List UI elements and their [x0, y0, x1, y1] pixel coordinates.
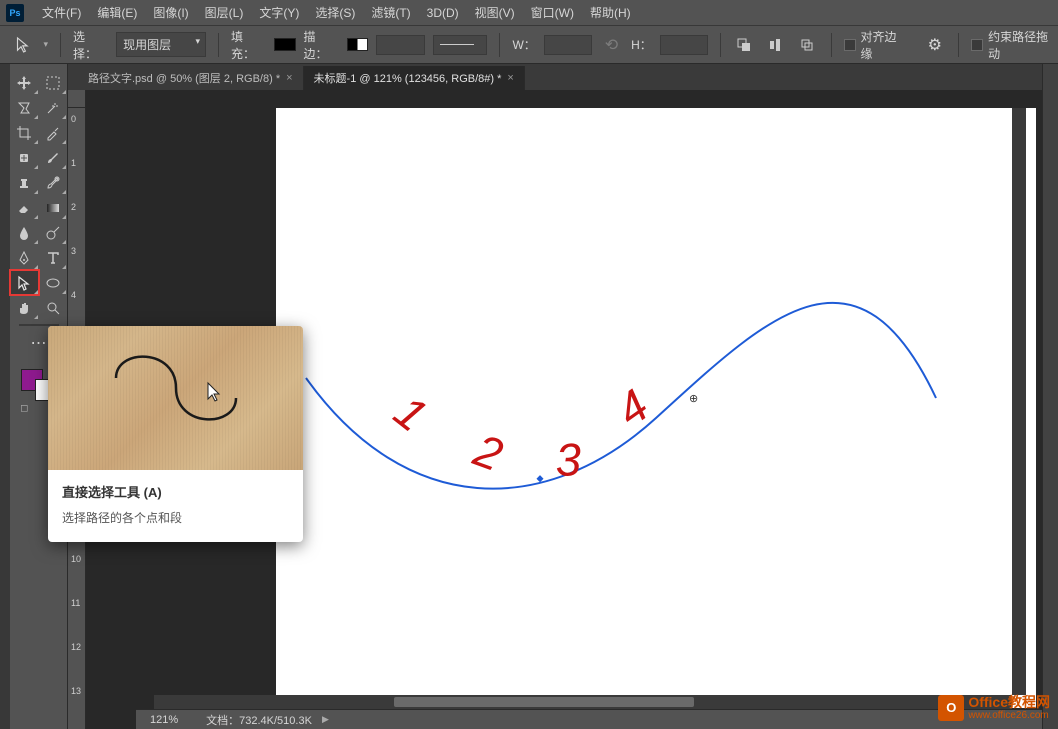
fill-swatch[interactable]	[274, 38, 295, 51]
close-icon[interactable]: ×	[286, 72, 292, 84]
select-label: 选择：	[73, 28, 108, 62]
panel-strip[interactable]	[1042, 64, 1058, 729]
tool-dropdown-icon[interactable]: ▾	[44, 39, 49, 50]
path-char-3: 3	[555, 433, 583, 486]
document-tabs: 路径文字.psd @ 50% (图层 2, RGB/8) * × 未标题-1 @ …	[68, 64, 1042, 90]
w-label: W：	[512, 36, 535, 53]
eraser-tool-icon[interactable]	[10, 195, 39, 220]
tool-tooltip: 直接选择工具 (A) 选择路径的各个点和段	[48, 326, 303, 542]
stroke-label: 描边：	[304, 28, 339, 62]
path-ops-icon[interactable]	[733, 33, 756, 57]
doc-size-label: 文档：	[206, 715, 239, 727]
canvas[interactable]: ⊕ 1 2 3 4	[276, 108, 1036, 708]
tab-label-2: 未标题-1 @ 121% (123456, RGB/8#) *	[314, 70, 502, 86]
magic-wand-tool-icon[interactable]	[39, 95, 68, 120]
healing-brush-tool-icon[interactable]	[10, 145, 39, 170]
link-wh-icon[interactable]: ⟲	[600, 33, 623, 57]
options-bar: ▾ 选择： 现用图层 填充： 描边： W： ⟲ H： 对齐边缘 ⚙ 约束路径拖动	[0, 26, 1058, 64]
menu-edit[interactable]: 编辑(E)	[89, 4, 145, 21]
menu-layer[interactable]: 图层(L)	[197, 4, 252, 21]
stroke-swatch[interactable]	[347, 38, 368, 51]
clone-stamp-tool-icon[interactable]	[10, 170, 39, 195]
tooltip-preview	[48, 326, 303, 470]
tab-label-1: 路径文字.psd @ 50% (图层 2, RGB/8) *	[88, 70, 280, 86]
constrain-path-checkbox[interactable]: 约束路径拖动	[971, 28, 1058, 62]
zoom-tool-icon[interactable]	[39, 295, 68, 320]
brush-tool-icon[interactable]	[39, 145, 68, 170]
move-tool-icon[interactable]	[10, 70, 39, 95]
tab-document-1[interactable]: 路径文字.psd @ 50% (图层 2, RGB/8) * ×	[78, 66, 304, 90]
scrollbar-thumb[interactable]	[394, 697, 694, 707]
hand-tool-icon[interactable]	[10, 295, 39, 320]
status-bar: 121% 文档：732.4K/510.3K ▶	[136, 709, 1042, 729]
path-char-1: 1	[385, 385, 437, 442]
path-arrange-icon[interactable]	[795, 33, 818, 57]
menu-window[interactable]: 窗口(W)	[523, 4, 582, 21]
menu-view[interactable]: 视图(V)	[467, 4, 523, 21]
menu-3d[interactable]: 3D(D)	[419, 6, 467, 20]
path-char-2: 2	[467, 423, 510, 481]
menu-type[interactable]: 文字(Y)	[251, 4, 307, 21]
dodge-tool-icon[interactable]	[39, 220, 68, 245]
scrollbar-vertical[interactable]	[1012, 108, 1026, 695]
stroke-width-dropdown[interactable]	[376, 35, 425, 55]
constrain-path-label: 约束路径拖动	[988, 28, 1058, 62]
fill-label: 填充：	[231, 28, 266, 62]
direct-selection-tool-icon[interactable]	[10, 270, 39, 295]
direct-selection-tool-icon[interactable]	[14, 36, 32, 54]
path-align-icon[interactable]	[764, 33, 787, 57]
status-flyout-icon[interactable]: ▶	[322, 714, 329, 725]
type-tool-icon[interactable]	[39, 245, 68, 270]
align-edges-label: 对齐边缘	[861, 28, 908, 62]
blur-tool-icon[interactable]	[10, 220, 39, 245]
select-layer-dropdown[interactable]: 现用图层	[116, 32, 206, 57]
tooltip-description: 选择路径的各个点和段	[62, 509, 289, 526]
marquee-tool-icon[interactable]	[39, 70, 68, 95]
gradient-tool-icon[interactable]	[39, 195, 68, 220]
zoom-level[interactable]: 121%	[150, 714, 178, 726]
path-char-4: 4	[607, 379, 658, 436]
stroke-style-dropdown[interactable]	[433, 35, 488, 55]
lasso-tool-icon[interactable]	[10, 95, 39, 120]
menu-select[interactable]: 选择(S)	[307, 4, 363, 21]
menu-filter[interactable]: 滤镜(T)	[363, 4, 418, 21]
collapse-strip[interactable]	[0, 64, 10, 729]
history-brush-tool-icon[interactable]	[39, 170, 68, 195]
menu-file[interactable]: 文件(F)	[34, 4, 89, 21]
menubar: Ps 文件(F) 编辑(E) 图像(I) 图层(L) 文字(Y) 选择(S) 滤…	[0, 0, 1058, 26]
menu-help[interactable]: 帮助(H)	[582, 4, 639, 21]
close-icon[interactable]: ×	[507, 72, 513, 84]
gear-icon[interactable]: ⚙	[923, 33, 946, 57]
h-label: H：	[631, 36, 652, 53]
scrollbar-horizontal[interactable]	[154, 695, 1012, 709]
doc-size-value: 732.4K/510.3K	[239, 715, 312, 727]
tooltip-title: 直接选择工具 (A)	[62, 482, 289, 501]
path-text[interactable]: 1 2 3 4	[385, 379, 658, 486]
ps-logo: Ps	[6, 4, 24, 22]
eyedropper-tool-icon[interactable]	[39, 120, 68, 145]
align-edges-checkbox[interactable]: 对齐边缘	[844, 28, 907, 62]
height-input[interactable]	[660, 35, 708, 55]
tab-document-2[interactable]: 未标题-1 @ 121% (123456, RGB/8#) * ×	[304, 66, 525, 90]
quick-mask-icon[interactable]: ◻	[10, 399, 39, 417]
width-input[interactable]	[544, 35, 592, 55]
svg-text:⊕: ⊕	[689, 393, 698, 405]
pen-tool-icon[interactable]	[10, 245, 39, 270]
anchor-point[interactable]	[536, 475, 543, 482]
menu-image[interactable]: 图像(I)	[145, 4, 196, 21]
crop-tool-icon[interactable]	[10, 120, 39, 145]
ellipse-tool-icon[interactable]	[39, 270, 68, 295]
